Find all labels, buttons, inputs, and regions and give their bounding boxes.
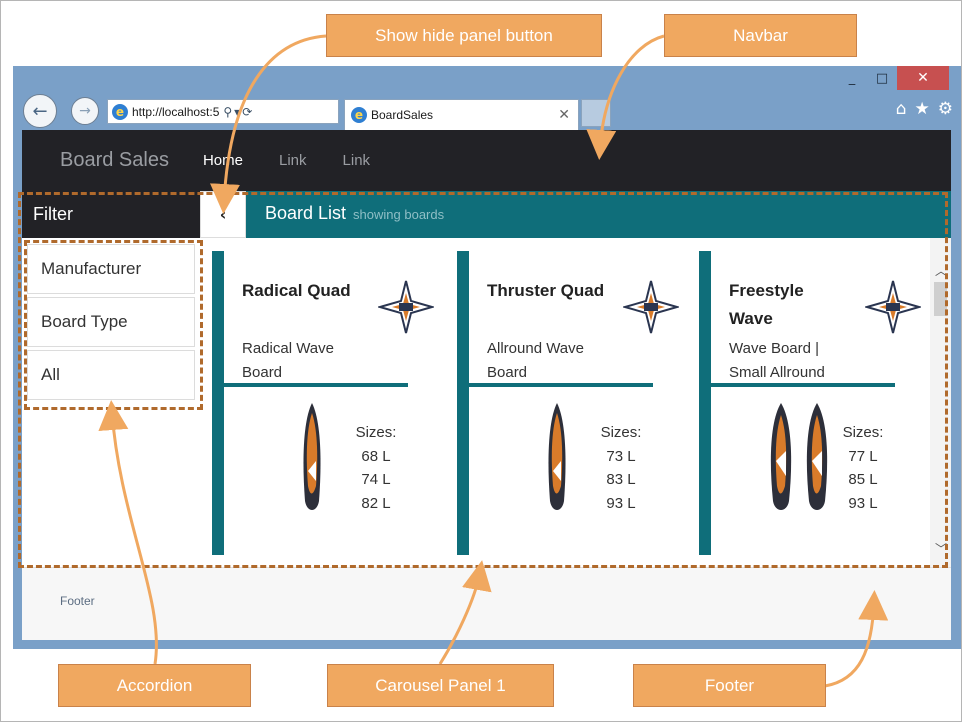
sizes-label: Sizes: xyxy=(600,424,642,441)
arrow-left-icon: ← xyxy=(32,100,48,122)
tab-title: BoardSales xyxy=(371,108,434,122)
card-subtitle: Wave Board | Small Allround xyxy=(729,340,825,381)
board-list-title: Board List xyxy=(265,203,347,223)
carousel-panel: Radical Quad Radical Wave Board Sizes: 6… xyxy=(212,238,930,567)
back-button[interactable]: ← xyxy=(23,94,57,128)
sizes-list: Sizes: 77 L 85 L 93 L xyxy=(833,421,893,515)
size-value: 83 L xyxy=(606,471,636,488)
sizes-list: Sizes: 68 L 74 L 82 L xyxy=(346,421,406,515)
home-icon[interactable]: ⌂ xyxy=(896,99,907,119)
brand-logo-icon xyxy=(865,280,921,334)
browser-tools: ⌂ ★ ⚙ xyxy=(896,99,953,119)
card-subtitle: Radical Wave Board xyxy=(242,340,334,381)
filter-panel: Filter Manufacturer Board Type All xyxy=(22,191,200,567)
address-tools-icon[interactable]: ⚲▾⟳ xyxy=(223,105,254,119)
windsurf-board-image xyxy=(548,403,566,510)
window-controls: _ □ ✕ xyxy=(837,66,949,92)
navbar: Board Sales Home Link Link xyxy=(22,130,951,191)
size-value: 85 L xyxy=(848,471,878,488)
size-value: 74 L xyxy=(361,471,391,488)
filter-title: Filter xyxy=(22,191,200,238)
windsurf-board-image xyxy=(770,403,792,510)
accordion-item-all[interactable]: All xyxy=(27,350,195,400)
size-value: 82 L xyxy=(361,494,391,512)
address-url: http://localhost:5 xyxy=(132,104,220,119)
card-divider xyxy=(224,383,408,387)
accordion: Manufacturer Board Type All xyxy=(22,238,200,400)
browser-tab[interactable]: e BoardSales ✕ xyxy=(344,99,579,130)
brand-logo-icon xyxy=(623,280,679,334)
callout-show-hide: Show hide panel button xyxy=(326,14,602,57)
maximize-button[interactable]: □ xyxy=(867,66,897,90)
arrow-right-icon: → xyxy=(79,103,91,119)
footer-text: Footer xyxy=(60,594,95,608)
size-value: 93 L xyxy=(606,494,636,512)
board-list-subtitle: showing boards xyxy=(353,207,445,222)
brand-logo-icon xyxy=(378,280,434,334)
page-footer: Footer xyxy=(22,567,951,640)
sizes-label: Sizes: xyxy=(355,424,397,441)
chevron-down-icon[interactable]: ﹀ xyxy=(935,540,947,557)
star-icon[interactable]: ★ xyxy=(915,99,930,119)
callout-carousel: Carousel Panel 1 xyxy=(327,664,554,707)
sizes-label: Sizes: xyxy=(842,424,884,441)
accordion-item-manufacturer[interactable]: Manufacturer xyxy=(27,244,195,294)
callout-navbar: Navbar xyxy=(664,14,857,57)
forward-button[interactable]: → xyxy=(71,97,99,125)
size-value: 93 L xyxy=(848,494,878,512)
nav-link-home[interactable]: Home xyxy=(203,152,243,169)
size-value: 77 L xyxy=(848,447,878,465)
scrollbar-thumb[interactable] xyxy=(934,282,947,316)
tab-close-icon[interactable]: ✕ xyxy=(558,107,570,123)
gear-icon[interactable]: ⚙ xyxy=(938,99,953,119)
board-card[interactable]: Radical Quad Radical Wave Board Sizes: 6… xyxy=(212,251,434,555)
ie-icon: e xyxy=(112,103,128,120)
windsurf-board-image xyxy=(806,403,828,510)
ie-icon: e xyxy=(351,107,367,123)
sizes-list: Sizes: 73 L 83 L 93 L xyxy=(591,421,651,515)
board-card[interactable]: Thruster Quad Allround Wave Board Sizes:… xyxy=(457,251,679,555)
size-value: 73 L xyxy=(606,447,636,465)
vertical-scrollbar[interactable]: ︿ ﹀ xyxy=(930,238,951,567)
chevron-left-icon: ‹ xyxy=(219,205,227,224)
callout-accordion: Accordion xyxy=(58,664,251,707)
card-title: Radical Quad xyxy=(242,281,351,300)
accordion-item-board-type[interactable]: Board Type xyxy=(27,297,195,347)
show-hide-panel-button[interactable]: ‹ xyxy=(200,191,246,238)
board-card[interactable]: Freestyle Wave Wave Board | Small Allrou… xyxy=(699,251,921,555)
card-divider xyxy=(469,383,653,387)
callout-footer: Footer xyxy=(633,664,826,707)
nav-link-1[interactable]: Link xyxy=(279,152,307,169)
browser-window: _ □ ✕ ← → e http://localhost:5 ⚲▾⟳ e Boa… xyxy=(13,66,961,649)
card-title: Freestyle Wave xyxy=(729,281,804,328)
card-title: Thruster Quad xyxy=(487,281,605,300)
close-button[interactable]: ✕ xyxy=(897,66,949,90)
board-list-header: Board List showing boards xyxy=(246,191,951,238)
minimize-button[interactable]: _ xyxy=(837,66,867,90)
nav-link-2[interactable]: Link xyxy=(343,152,371,169)
new-tab-button[interactable] xyxy=(581,99,611,127)
windsurf-board-image xyxy=(303,403,321,510)
card-divider xyxy=(711,383,895,387)
page-viewport: Board Sales Home Link Link Filter Manufa… xyxy=(22,130,951,640)
navbar-brand[interactable]: Board Sales xyxy=(60,149,169,172)
size-value: 68 L xyxy=(361,447,391,465)
card-subtitle: Allround Wave Board xyxy=(487,340,584,381)
address-bar[interactable]: e http://localhost:5 ⚲▾⟳ xyxy=(107,99,339,124)
chevron-up-icon[interactable]: ︿ xyxy=(935,262,947,279)
